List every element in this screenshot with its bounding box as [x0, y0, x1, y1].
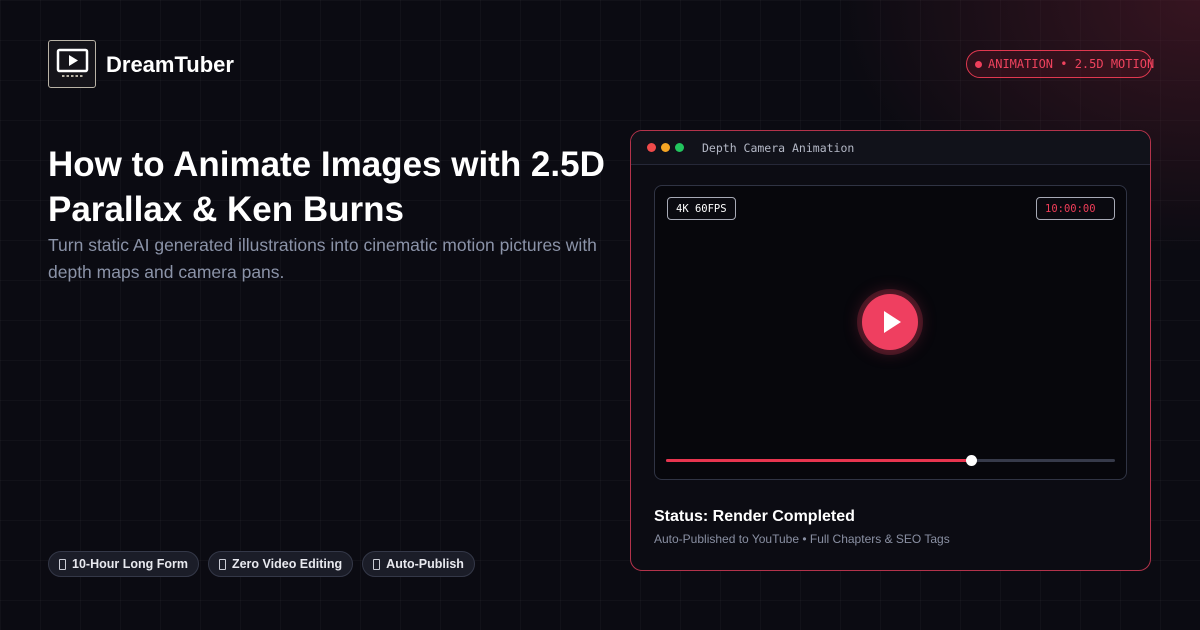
timecode-display: 10:00:00	[1036, 197, 1115, 220]
feature-badge-label: Zero Video Editing	[231, 557, 343, 571]
video-play-icon	[56, 48, 89, 77]
video-player[interactable]: 4K 60FPS 10:00:00	[654, 185, 1127, 480]
brand-name[interactable]: DreamTuber	[106, 52, 234, 78]
feature-badges: 10-Hour Long Form Zero Video Editing Aut…	[48, 551, 475, 577]
feature-icon	[59, 558, 66, 570]
preview-window: Depth Camera Animation 4K 60FPS 10:00:00…	[630, 130, 1151, 571]
category-tag: ANIMATION • 2.5D MOTION	[966, 50, 1155, 78]
window-title: Depth Camera Animation	[702, 140, 855, 155]
play-button[interactable]	[862, 294, 918, 350]
status-detail: Auto-Published to YouTube • Full Chapter…	[654, 532, 950, 546]
brand-logo	[48, 40, 96, 88]
resolution-label: 4K 60FPS	[667, 197, 736, 220]
play-icon	[884, 311, 901, 333]
feature-badge-long-form: 10-Hour Long Form	[48, 551, 199, 577]
category-tag-label: ANIMATION • 2.5D MOTION	[988, 57, 1155, 71]
page-title: How to Animate Images with 2.5D Parallax…	[48, 145, 605, 229]
feature-icon	[218, 558, 226, 570]
tag-dot-icon	[975, 60, 982, 68]
feature-badge-label: Auto-Publish	[386, 557, 464, 571]
window-titlebar: Depth Camera Animation	[631, 131, 1150, 165]
page-subtitle: Turn static AI generated illustrations i…	[48, 235, 597, 282]
feature-icon	[373, 558, 381, 570]
window-maximize-dot[interactable]	[675, 143, 684, 152]
feature-badge-zero-editing: Zero Video Editing	[207, 551, 354, 577]
window-minimize-dot[interactable]	[661, 143, 670, 152]
feature-badge-label: 10-Hour Long Form	[72, 557, 188, 571]
status-title: Status: Render Completed	[654, 508, 855, 525]
feature-badge-auto-publish: Auto-Publish	[362, 551, 475, 577]
progress-bar[interactable]	[666, 455, 1115, 466]
progress-fill	[666, 459, 972, 462]
window-close-dot[interactable]	[647, 143, 656, 152]
progress-handle[interactable]	[966, 455, 978, 466]
